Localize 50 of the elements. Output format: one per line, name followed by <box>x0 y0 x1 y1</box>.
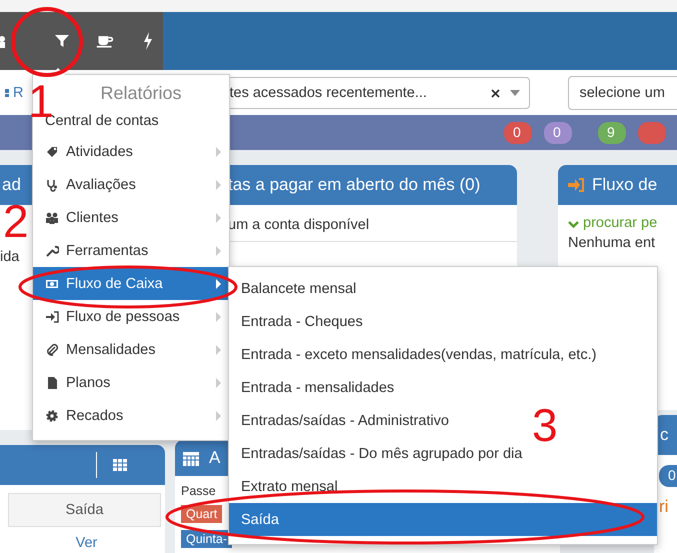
menu-item[interactable]: Fluxo de pessoas <box>33 300 229 333</box>
annotation-number: 3 <box>532 402 558 448</box>
link[interactable]: R <box>13 84 24 100</box>
submenu-item[interactable]: Entrada - exceto mensalidades(vendas, matrícula, etc.) <box>229 338 596 371</box>
submenu-item[interactable]: Entrada - Cheques <box>229 305 363 338</box>
panel-title: c <box>660 425 668 445</box>
file-icon <box>45 376 59 390</box>
day-tag: Quart <box>181 505 222 523</box>
menu-item[interactable]: Clientes <box>33 201 229 234</box>
annotation-circle <box>11 7 83 77</box>
count-badge[interactable]: 0 <box>504 122 532 144</box>
check-icon <box>568 218 579 228</box>
panel-text: ida <box>0 249 20 265</box>
annotation-number: 2 <box>3 198 29 244</box>
submenu-item[interactable]: Entrada - mensalidades <box>229 371 394 404</box>
view-link[interactable]: Ver <box>8 535 165 551</box>
menu-title: Relatórios <box>99 82 183 105</box>
grid-icon <box>113 458 127 472</box>
select-field[interactable]: selecione um <box>568 76 677 110</box>
menu-item[interactable]: Fluxo de Caixa <box>33 267 229 300</box>
wrench-icon <box>45 244 59 258</box>
panel-title: A <box>209 448 220 468</box>
menu-item[interactable]: Planos <box>33 366 229 399</box>
dropdown-caret-icon[interactable] <box>510 90 520 96</box>
sign-in-icon <box>45 310 59 324</box>
panel-title: ad <box>2 175 21 195</box>
panel-title: Fluxo de <box>592 175 658 195</box>
panel-text: Passe <box>181 484 216 498</box>
column-header: Saída <box>8 493 161 527</box>
panel-text: ri <box>659 497 668 517</box>
clear-icon[interactable] <box>491 88 500 98</box>
count-badge: 0 <box>659 465 677 487</box>
menu-item[interactable]: Ferramentas <box>33 234 229 267</box>
menu-item[interactable]: Mensalidades <box>33 333 229 366</box>
menu-item[interactable]: Recados <box>33 399 229 432</box>
panel-text: Nenhuma ent <box>568 235 656 251</box>
stethoscope-icon <box>45 178 59 192</box>
filter-icon[interactable] <box>53 32 71 50</box>
menu-item[interactable]: Atividades <box>33 135 229 168</box>
tag-icon <box>45 144 59 158</box>
calendar-icon <box>183 450 199 466</box>
gear-icon <box>45 408 59 422</box>
submenu-item[interactable]: Balancete mensal <box>229 272 356 305</box>
sign-in-icon <box>568 177 584 193</box>
paperclip-icon <box>45 342 59 356</box>
submenu-item[interactable]: Entradas/saídas - Do mês agrupado por dia <box>229 437 522 470</box>
submenu-item[interactable]: Entradas/saídas - Administrativo <box>229 404 449 437</box>
submenu-item[interactable]: Extrato mensal <box>229 470 338 503</box>
submenu-item[interactable]: Saída <box>229 503 657 536</box>
menu-item[interactable]: Avaliações <box>33 168 229 201</box>
